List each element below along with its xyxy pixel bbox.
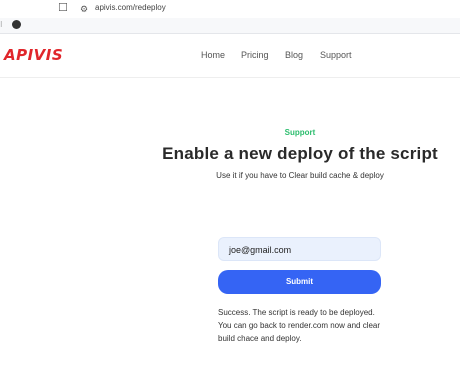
apps-icon[interactable]: ⁝ — [0, 20, 3, 29]
success-message: Success. The script is ready to be deplo… — [218, 308, 381, 343]
bookmark-icon[interactable]: ☐ — [58, 2, 68, 14]
submit-button[interactable]: Submit — [218, 270, 381, 294]
page-subtitle: Use it if you have to Clear build cache … — [216, 171, 384, 180]
site-settings-icon[interactable]: ⚙ — [80, 3, 92, 15]
browser-toolbar: ☐ ⚙ apivis.com/redeploy — [0, 0, 460, 18]
email-field[interactable]: joe@gmail.com — [218, 237, 381, 261]
globe-icon[interactable] — [12, 20, 21, 29]
main-nav: Home Pricing Blog Support — [0, 50, 460, 64]
nav-support-link[interactable]: Support — [320, 50, 352, 60]
toolbar-left — [0, 0, 40, 18]
page-title: Enable a new deploy of the script — [162, 144, 438, 163]
section-eyebrow: Support — [284, 128, 316, 137]
address-bar[interactable]: apivis.com/redeploy — [95, 3, 166, 12]
site-header: APIVIS Home Pricing Blog Support — [0, 34, 460, 78]
nav-blog-link[interactable]: Blog — [285, 50, 303, 60]
nav-home-link[interactable]: Home — [201, 50, 225, 60]
bookmarks-bar — [0, 18, 460, 34]
nav-pricing-link[interactable]: Pricing — [241, 50, 269, 60]
